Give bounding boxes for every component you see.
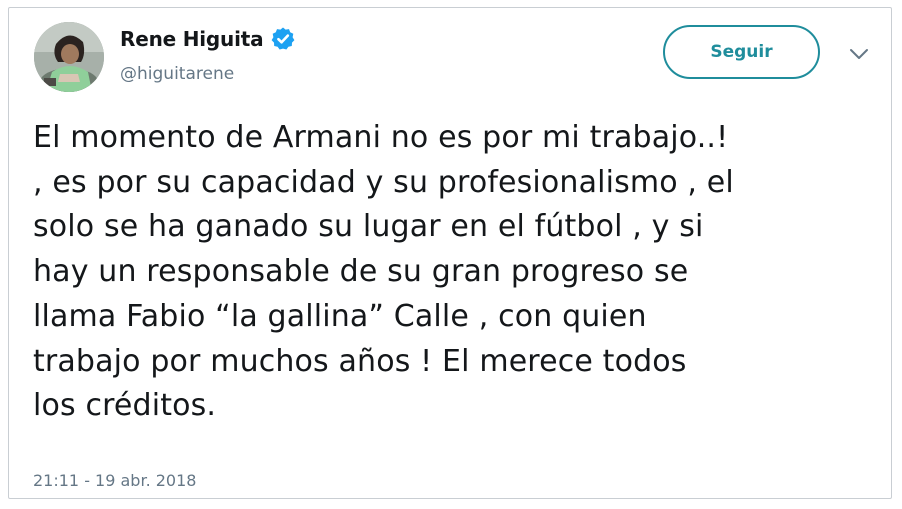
- chevron-down-icon[interactable]: [847, 46, 871, 62]
- tweet-text: El momento de Armani no es por mi trabaj…: [33, 120, 734, 424]
- follow-button[interactable]: Seguir: [663, 25, 820, 79]
- profile-photo: [34, 22, 104, 92]
- author-handle[interactable]: @higuitarene: [120, 64, 234, 84]
- author-display-name[interactable]: Rene Higuita: [120, 27, 264, 51]
- tweet-timestamp[interactable]: 21:11 - 19 abr. 2018: [33, 471, 196, 490]
- verified-badge-icon: [270, 26, 296, 52]
- tweet-card: Rene Higuita @higuitarene Seguir El mome…: [8, 7, 892, 499]
- avatar[interactable]: [34, 22, 104, 92]
- author-name-row: Rene Higuita: [120, 26, 296, 52]
